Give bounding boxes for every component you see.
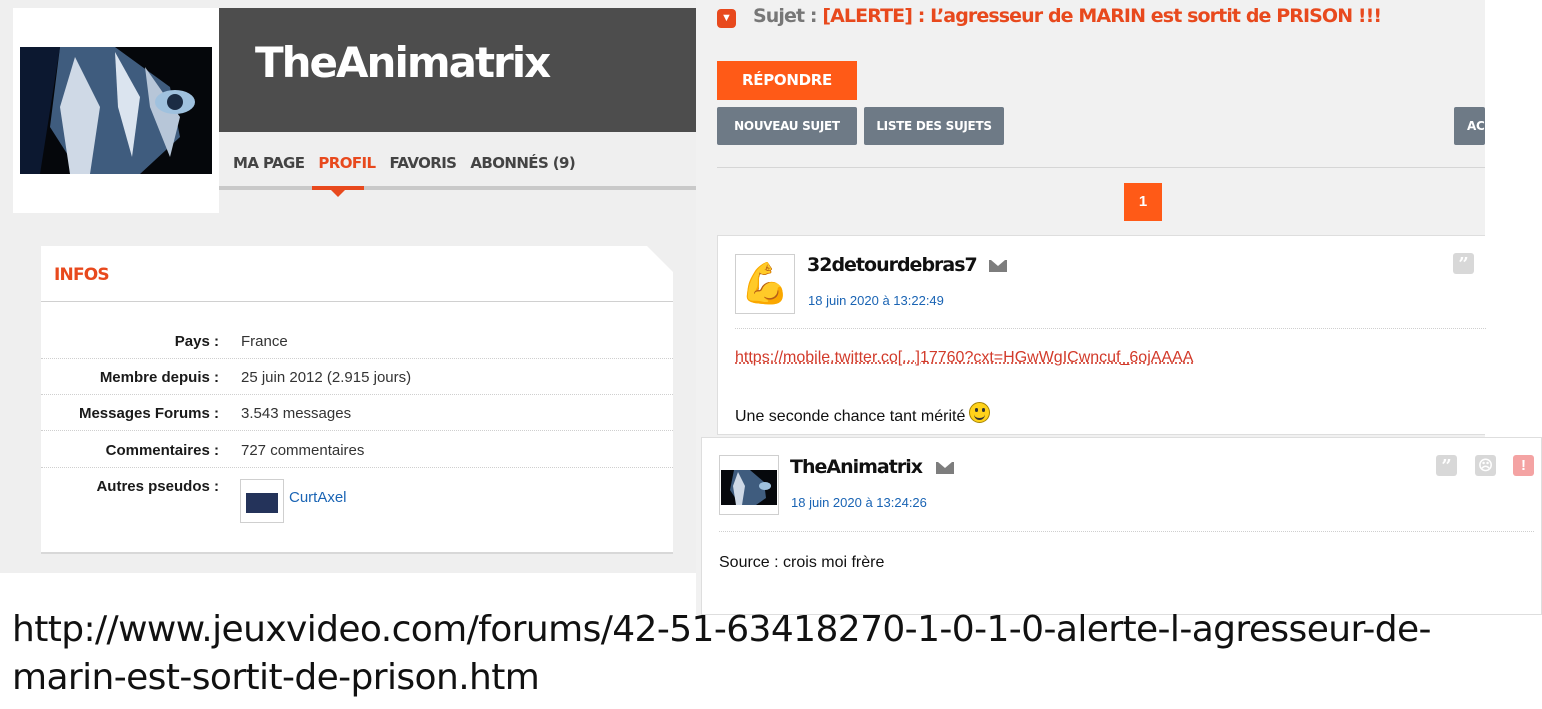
post-date[interactable]: 18 juin 2020 à 13:24:26 <box>791 495 927 510</box>
topic-title: [ALERTE] : L’agresseur de MARIN est sort… <box>822 5 1382 27</box>
mail-icon[interactable] <box>989 260 1007 272</box>
post-divider <box>735 328 1486 329</box>
alert-icon[interactable]: ! <box>1513 455 1534 476</box>
nav-active-caret-icon <box>330 189 346 197</box>
info-label: Pays : <box>174 333 219 350</box>
nav-ma-page[interactable]: MA PAGE <box>233 154 305 172</box>
info-row-commentaires: Commentaires : 727 commentaires <box>41 432 673 468</box>
info-label: Commentaires : <box>105 442 219 459</box>
topic-list-button[interactable]: LISTE DES SUJETS <box>864 107 1004 145</box>
profile-avatar[interactable] <box>20 47 212 174</box>
post-text: Une seconde chance tant mérité <box>735 402 991 426</box>
post-author-avatar[interactable] <box>719 455 779 515</box>
info-value: 3.543 messages <box>241 405 352 422</box>
alias-link-curtaxel[interactable]: CurtAxel <box>289 489 347 506</box>
nav-profil[interactable]: PROFIL <box>318 154 376 172</box>
new-topic-button[interactable]: NOUVEAU SUJET <box>717 107 857 145</box>
infos-divider <box>41 301 673 302</box>
info-value: 25 juin 2012 (2.915 jours) <box>241 369 412 386</box>
topic-heading: Sujet : [ALERTE] : L’agresseur de MARIN … <box>753 5 1382 27</box>
sad-face-icon[interactable]: ☹ <box>1475 455 1496 476</box>
forum-post: 💪 32detourdebras7 18 juin 2020 à 13:22:4… <box>717 235 1486 435</box>
info-row-messages-forums: Messages Forums : 3.543 messages <box>41 395 673 431</box>
topic-label: Sujet : <box>753 5 818 27</box>
alias-avatar[interactable] <box>240 479 284 523</box>
post-date[interactable]: 18 juin 2020 à 13:22:49 <box>808 293 944 308</box>
profile-banner: TheAnimatrix <box>219 8 696 132</box>
info-row-membre-depuis: Membre depuis : 25 juin 2012 (2.915 jour… <box>41 359 673 395</box>
post-author[interactable]: 32detourdebras7 <box>807 254 978 276</box>
reply-button[interactable]: RÉPONDRE <box>717 61 857 100</box>
info-label: Autres pseudos : <box>96 478 219 495</box>
info-value: 727 commentaires <box>241 442 365 459</box>
info-value: France <box>241 333 288 350</box>
post-message: Une seconde chance tant mérité <box>735 408 966 425</box>
info-label: Membre depuis : <box>99 369 219 386</box>
post-author-avatar[interactable]: 💪 <box>735 254 795 314</box>
nav-underline <box>219 186 696 190</box>
info-row-autres-pseudos: Autres pseudos : <box>41 468 673 504</box>
post-link[interactable]: https://mobile.twitter.co[...]17760?cxt=… <box>735 349 1193 367</box>
url-caption: http://www.jeuxvideo.com/forums/42-51-63… <box>12 609 1432 698</box>
info-label: Messages Forums : <box>78 405 219 422</box>
folded-corner <box>647 246 673 272</box>
nav-favoris[interactable]: FAVORIS <box>389 154 457 172</box>
smiley-icon <box>969 402 991 423</box>
chevron-down-icon[interactable]: ▼ <box>717 9 736 28</box>
quote-icon[interactable]: ” <box>1436 455 1457 477</box>
quote-icon[interactable]: ” <box>1453 253 1474 275</box>
post-divider <box>719 531 1534 532</box>
nav-abonnes[interactable]: ABONNÉS (9) <box>470 154 575 172</box>
forum-separator <box>717 167 1485 168</box>
profile-nav: MA PAGE PROFIL FAVORIS ABONNÉS (9) <box>233 154 576 172</box>
info-row-pays: Pays : France <box>41 323 673 359</box>
post-author[interactable]: TheAnimatrix <box>790 456 923 478</box>
infos-card: INFOS Pays : France Membre depuis : 25 j… <box>41 246 673 554</box>
ac-button[interactable]: AC <box>1454 107 1485 145</box>
pagination-page-1[interactable]: 1 <box>1124 183 1162 221</box>
post-message: Source : crois moi frère <box>719 554 885 571</box>
profile-username: TheAnimatrix <box>255 38 551 87</box>
mail-icon[interactable] <box>936 462 954 474</box>
infos-title: INFOS <box>54 265 110 285</box>
forum-post: TheAnimatrix 18 juin 2020 à 13:24:26 ” ☹… <box>701 437 1542 615</box>
